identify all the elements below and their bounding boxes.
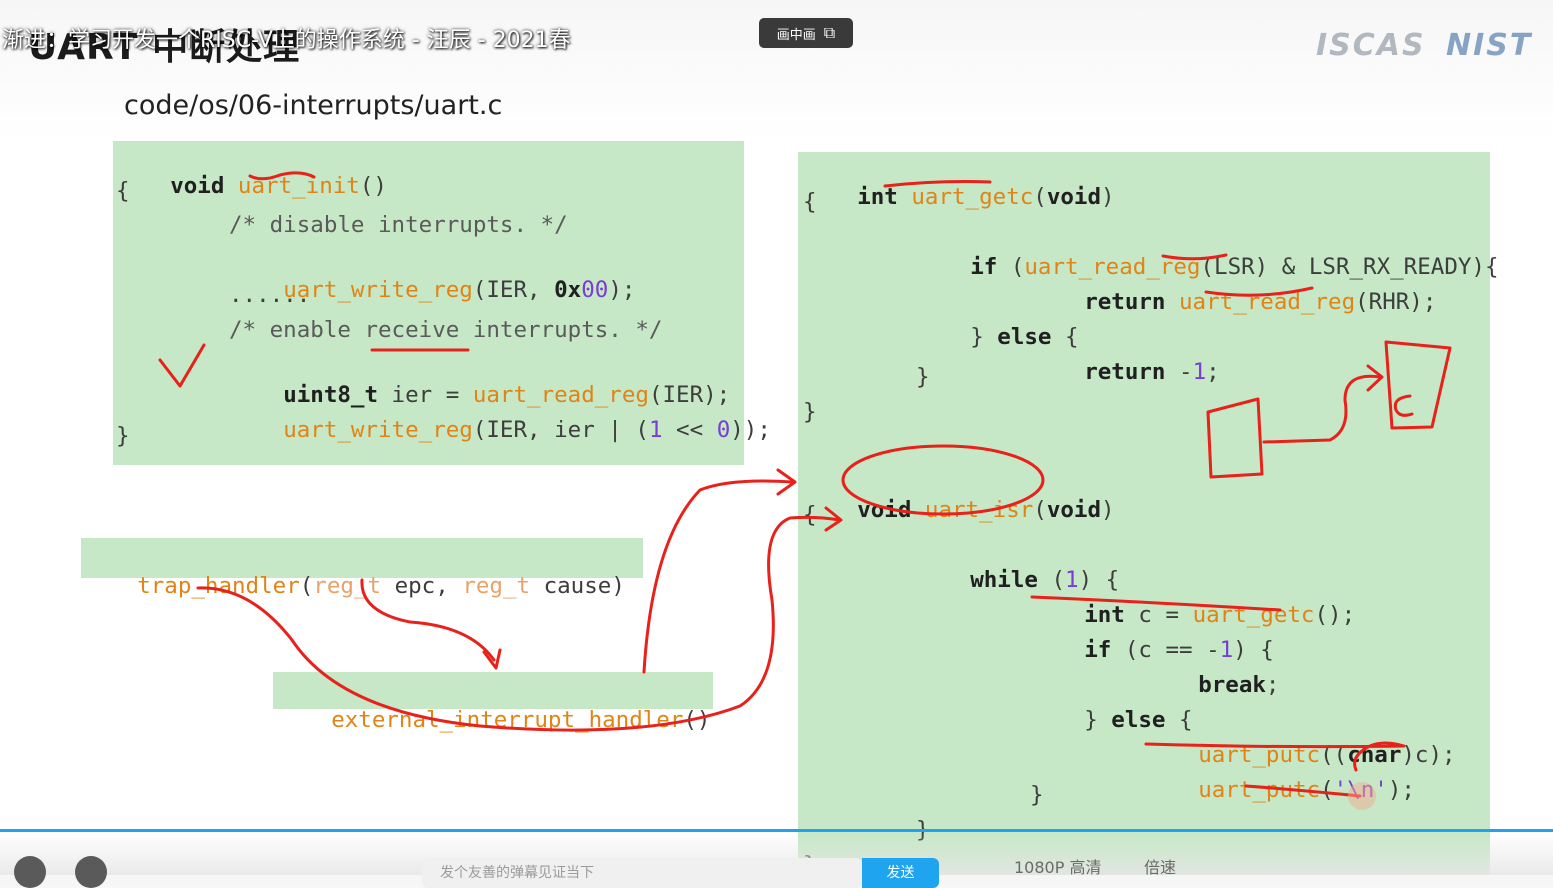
iscas-logo: ISCAS <box>1316 28 1426 63</box>
uart-getc-isr-code-block: int uart_getc(void) { if (uart_read_reg(… <box>798 152 1499 878</box>
external-interrupt-handler-code-block: external_interrupt_handler() <box>273 672 713 733</box>
code-line: uart_putc('\n'); <box>1198 777 1415 803</box>
code-line: { <box>116 178 130 204</box>
code-line: } <box>1030 782 1044 808</box>
code-line: return -1; <box>1084 359 1220 385</box>
video-title: 渐进：学习开发一个RISC-V上的操作系统 - 汪辰 - 2021春 <box>2 28 571 53</box>
arrow-to-isr-head <box>776 468 797 496</box>
picture-in-picture-icon: ⧉ <box>823 23 836 42</box>
trap-handler-code-block: trap_handler(reg_t epc, reg_t cause) <box>81 538 643 599</box>
nist-logo: NIST <box>1446 28 1533 63</box>
code-line: external_interrupt_handler() <box>331 707 711 733</box>
code-line: } <box>803 399 817 425</box>
code-line: } <box>916 364 930 390</box>
code-ellipsis: ...... <box>229 282 311 308</box>
uart-init-code-block: void uart_init() { /* disable interrupts… <box>113 141 771 465</box>
danmaku-input[interactable]: 发个友善的弹幕见证当下 <box>422 858 862 888</box>
next-icon[interactable] <box>75 856 107 888</box>
code-comment: /* disable interrupts. */ <box>229 212 568 238</box>
play-icon[interactable] <box>14 856 46 888</box>
quality-selector[interactable]: 1080P 高清 <box>1014 854 1101 878</box>
code-line: } <box>116 423 130 449</box>
danmaku-send-button[interactable]: 发送 <box>862 858 939 888</box>
code-comment: /* enable receive interrupts. */ <box>229 317 663 343</box>
code-line: trap_handler(reg_t epc, reg_t cause) <box>137 573 625 599</box>
speed-selector[interactable]: 倍速 <box>1144 854 1176 878</box>
arrow-to-isr <box>642 479 794 674</box>
file-path: code/os/06-interrupts/uart.c <box>124 90 503 121</box>
code-line: { <box>803 502 817 528</box>
curve-trap-to-ext-head <box>482 648 502 670</box>
picture-in-picture-button[interactable]: 画中画 ⧉ <box>759 18 853 48</box>
code-line: uart_write_reg(IER, ier | (1 << 0)); <box>283 417 771 443</box>
code-line: { <box>803 189 817 215</box>
pip-label: 画中画 <box>776 27 816 43</box>
